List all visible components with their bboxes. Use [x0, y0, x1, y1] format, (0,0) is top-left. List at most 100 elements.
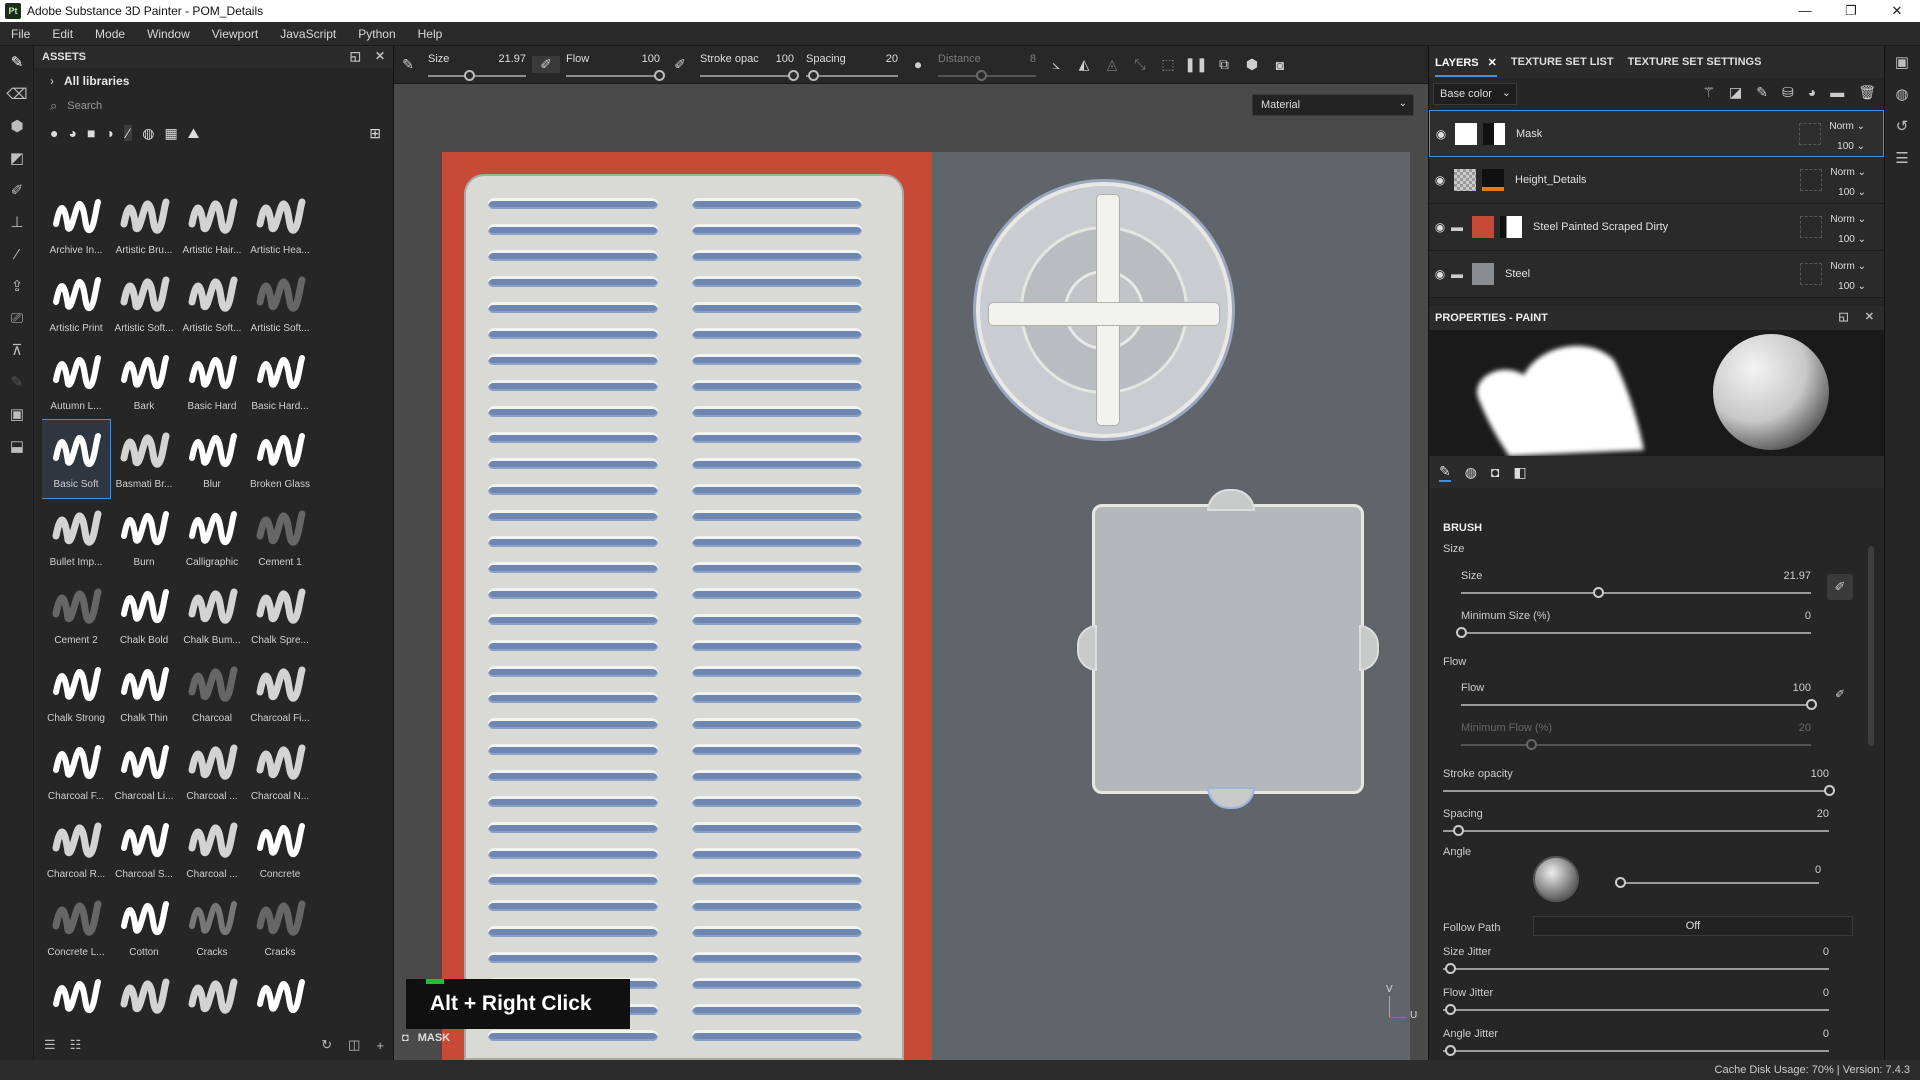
bake-icon[interactable]: ⇪ — [0, 270, 34, 302]
brush-item[interactable]: Cement 2 — [42, 576, 110, 654]
flow-control[interactable]: Flow 100 — [560, 46, 666, 84]
brush-item[interactable]: Charcoal R... — [42, 810, 110, 888]
pen-pressure-flow-icon[interactable]: ✐ — [1835, 687, 1845, 701]
angle-jitter-knob[interactable] — [1445, 1045, 1456, 1056]
flow-slider-knob[interactable] — [1806, 699, 1817, 710]
brush-item[interactable]: Cement 1 — [246, 498, 312, 576]
texture-canvas[interactable] — [442, 152, 1410, 1060]
tab-texture-set-settings[interactable]: TEXTURE SET SETTINGS — [1628, 56, 1762, 68]
menu-file[interactable]: File — [0, 27, 41, 41]
brush-item[interactable]: Charcoal S... — [110, 810, 178, 888]
angle-dial[interactable] — [1533, 856, 1579, 902]
brush-item[interactable]: Chalk Bum... — [178, 576, 246, 654]
size-slider-knob[interactable] — [1592, 587, 1604, 598]
maximize-button[interactable]: ❐ — [1828, 0, 1874, 22]
polygon-fill-icon[interactable]: ◩ — [0, 142, 34, 174]
library-selector[interactable]: › All libraries — [34, 68, 393, 94]
projection-icon[interactable]: ⬢ — [0, 110, 34, 142]
spacing-control[interactable]: Spacing 20 — [800, 46, 904, 84]
brush-item[interactable]: Concrete — [246, 810, 312, 888]
material-dropdown[interactable]: Material ⌄ — [1252, 94, 1414, 116]
menu-viewport[interactable]: Viewport — [201, 27, 269, 41]
blend-mode[interactable]: Norm — [1830, 261, 1854, 272]
add-folder-icon[interactable]: ▬ — [1830, 84, 1844, 101]
brush-tab-icon[interactable]: ✎ — [1439, 463, 1451, 482]
pen-pressure-icon[interactable]: ✐ — [532, 56, 560, 73]
brush-item[interactable] — [178, 966, 246, 1028]
brush-item[interactable]: Artistic Bru... — [110, 186, 178, 264]
menu-python[interactable]: Python — [347, 27, 406, 41]
size-jitter-knob[interactable] — [1445, 963, 1456, 974]
brush-item[interactable]: Charcoal — [178, 654, 246, 732]
brush-item[interactable]: Autumn L... — [42, 342, 110, 420]
shader-settings-icon[interactable]: ◍ — [1885, 78, 1919, 110]
tab-layers[interactable]: LAYERS ✕ — [1435, 48, 1497, 77]
menu-mode[interactable]: Mode — [84, 27, 136, 41]
pen-pressure-icon[interactable]: ✐ — [1827, 574, 1853, 600]
brush-item[interactable]: Charcoal Li... — [110, 732, 178, 810]
add-effect-icon[interactable]: ⚚ — [1702, 84, 1715, 101]
menu-edit[interactable]: Edit — [41, 27, 84, 41]
brush-item[interactable]: Chalk Strong — [42, 654, 110, 732]
brush-item[interactable]: Cracks — [178, 888, 246, 966]
size-knob[interactable] — [464, 69, 475, 81]
pen-pressure-flow-icon[interactable]: ✐ — [666, 56, 694, 73]
brush-item[interactable]: Concrete L... — [42, 888, 110, 966]
properties-scrollbar[interactable] — [1868, 546, 1874, 746]
symmetry-icon[interactable]: ◭ — [1070, 56, 1098, 73]
layer-row[interactable]: ◉ ▬ Steel Painted Scraped Dirty Norm ⌄ 10… — [1429, 204, 1884, 251]
brush-item[interactable]: Bark — [110, 342, 178, 420]
size-control[interactable]: Size 21.97 — [422, 46, 532, 84]
filter-particles-icon[interactable]: ◍ — [142, 125, 154, 142]
visibility-eye-icon[interactable]: ◉ — [1429, 173, 1451, 187]
brush-item[interactable]: Artistic Soft... — [246, 264, 312, 342]
menu-window[interactable]: Window — [136, 27, 201, 41]
brush-item[interactable] — [246, 966, 312, 1028]
brush-item[interactable]: Bullet Imp... — [42, 498, 110, 576]
brush-item[interactable]: Basic Hard — [178, 342, 246, 420]
add-paint-layer-icon[interactable]: ✎ — [1756, 84, 1768, 101]
color-picker-icon[interactable]: ⁄ — [0, 238, 34, 270]
visibility-eye-icon[interactable]: ◉ — [1430, 127, 1452, 141]
layer-row[interactable]: ◉ Height_Details Norm ⌄ 100 ⌄ — [1429, 157, 1884, 204]
blend-mode[interactable]: Norm — [1830, 214, 1854, 225]
smudge-icon[interactable]: ✐ — [0, 174, 34, 206]
brush-item[interactable]: Basic Hard... — [246, 342, 312, 420]
stroke-opacity-control[interactable]: Stroke opac 100 — [694, 46, 800, 84]
brush-item[interactable]: Calligraphic — [178, 498, 246, 576]
filter-generators-icon[interactable]: ◑ — [105, 125, 113, 141]
brush-item[interactable]: Charcoal N... — [246, 732, 312, 810]
layer-opacity[interactable]: 100 — [1838, 234, 1855, 245]
filter-materials-icon[interactable]: ● — [50, 125, 58, 141]
export-icon[interactable]: ⬓ — [0, 430, 34, 462]
menu-help[interactable]: Help — [407, 27, 454, 41]
add-asset-icon[interactable]: + — [376, 1038, 384, 1053]
size-jitter-slider[interactable]: Size Jitter 0 — [1443, 946, 1829, 974]
min-size-knob[interactable] — [1456, 627, 1467, 638]
min-size-slider[interactable]: Minimum Size (%) 0 — [1456, 610, 1811, 638]
brush-item[interactable]: Cotton — [110, 888, 178, 966]
measure-icon[interactable]: ⊼ — [0, 334, 34, 366]
brush-item[interactable] — [110, 966, 178, 1028]
flow-jitter-slider[interactable]: Flow Jitter 0 — [1443, 987, 1829, 1015]
3d-view-icon[interactable]: ⬢ — [1238, 56, 1266, 73]
float-panel-icon[interactable]: ◱ — [1838, 310, 1848, 323]
brush-item[interactable]: Artistic Soft... — [178, 264, 246, 342]
layer-opacity[interactable]: 100 — [1837, 141, 1854, 152]
display-settings-icon[interactable]: ▣ — [1885, 46, 1919, 78]
brush-item[interactable]: Artistic Hair... — [178, 186, 246, 264]
size-slider[interactable]: Size 21.97 — [1461, 570, 1811, 598]
brush-preset-icon[interactable]: ✎ — [394, 56, 422, 73]
brush-item[interactable]: Artistic Soft... — [110, 264, 178, 342]
brush-item[interactable]: Artistic Print — [42, 264, 110, 342]
spacing-knob[interactable] — [808, 69, 819, 81]
flow-jitter-knob[interactable] — [1445, 1004, 1456, 1015]
visibility-eye-icon[interactable]: ◉ — [1429, 220, 1451, 234]
flow-slider[interactable]: Flow 100 — [1461, 682, 1817, 710]
viewport-mode-icon[interactable]: ⧉ — [1210, 56, 1238, 73]
visibility-eye-icon[interactable]: ◉ — [1429, 267, 1451, 281]
layer-opacity[interactable]: 100 — [1838, 187, 1855, 198]
refresh-icon[interactable]: ↻ — [321, 1037, 332, 1053]
blend-mode[interactable]: Norm — [1829, 121, 1853, 132]
close-tab-icon[interactable]: ✕ — [1488, 57, 1497, 69]
